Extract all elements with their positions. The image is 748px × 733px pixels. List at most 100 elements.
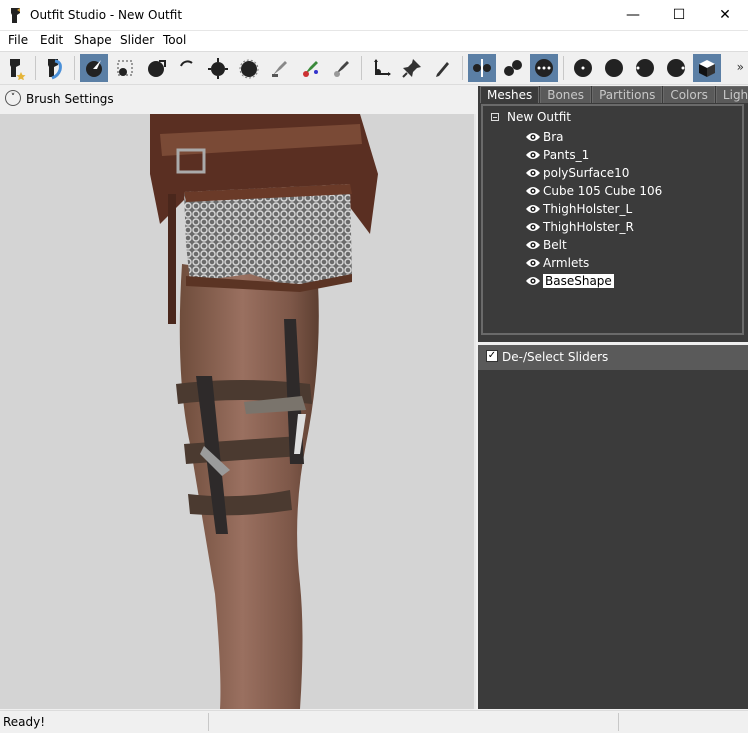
app-icon [11, 8, 20, 23]
mask-brush-button[interactable] [111, 54, 139, 82]
view-left-icon [636, 59, 654, 77]
inflate-brush-icon [148, 60, 166, 77]
maximize-button[interactable]: ☐ [656, 0, 702, 30]
visibility-eye-icon[interactable] [525, 276, 541, 286]
visibility-eye-icon[interactable] [525, 186, 541, 196]
mirror-x-button[interactable] [468, 54, 496, 82]
transform-tool-button[interactable] [41, 54, 69, 82]
color-brush-button[interactable] [297, 54, 325, 82]
status-message: Ready! [3, 715, 46, 729]
chevron-down-icon: ˅ [5, 90, 21, 106]
tree-root[interactable]: New Outfit [491, 110, 571, 124]
tab-bones[interactable]: Bones [540, 86, 592, 103]
mesh-item[interactable]: Bra [525, 128, 564, 146]
mesh-item[interactable]: Armlets [525, 254, 589, 272]
edit-pen-icon [436, 62, 449, 77]
view-left-button[interactable] [631, 54, 659, 82]
smooth-brush-button[interactable] [235, 54, 263, 82]
view-front-button[interactable] [569, 54, 597, 82]
transform-gizmo-button[interactable] [367, 54, 395, 82]
tab-lights[interactable]: Lights [715, 86, 748, 103]
mask-brush-icon [117, 60, 133, 76]
perspective-cube-icon [699, 60, 715, 77]
mesh-item-label: BaseShape [543, 274, 614, 288]
perspective-cube-button[interactable] [693, 54, 721, 82]
connected-only-icon [504, 60, 522, 76]
panel-tabs: Meshes Bones Partitions Colors Lights [480, 86, 748, 104]
view-back-button[interactable] [600, 54, 628, 82]
visibility-eye-icon[interactable] [525, 204, 541, 214]
move-brush-button[interactable] [204, 54, 232, 82]
mesh-tree[interactable]: New Outfit Bra Pants_1 polySurface10 Cube 1… [481, 104, 744, 335]
visibility-eye-icon[interactable] [525, 258, 541, 268]
brush-settings-label: Brush Settings [26, 92, 114, 106]
minimize-button[interactable]: — [610, 0, 656, 30]
mesh-item-label: Cube 105 Cube 106 [543, 184, 663, 198]
weight-brush-button[interactable] [266, 54, 294, 82]
edit-pen-button[interactable] [429, 54, 457, 82]
mesh-item[interactable]: Belt [525, 236, 567, 254]
view-right-button[interactable] [662, 54, 690, 82]
right-panel: Meshes Bones Partitions Colors Lights Ne… [478, 86, 748, 709]
global-brush-icon [535, 59, 553, 77]
standard-brush-button[interactable] [80, 54, 108, 82]
title-bar: Outfit Studio - New Outfit — ☐ ✕ [0, 0, 748, 31]
transform-tool-icon [48, 59, 62, 80]
visibility-eye-icon[interactable] [525, 222, 541, 232]
deflate-brush-icon [179, 60, 195, 77]
tree-root-label: New Outfit [507, 110, 572, 124]
mesh-item-label: Belt [543, 238, 567, 252]
minimize-icon: — [626, 7, 640, 23]
model-render [150, 114, 378, 709]
view-right-icon [667, 59, 685, 77]
toolbar-overflow-button[interactable]: » [737, 60, 744, 74]
brush-settings-header[interactable]: ˅ Brush Settings [0, 86, 476, 112]
visibility-eye-icon[interactable] [525, 132, 541, 142]
inflate-brush-button[interactable] [142, 54, 170, 82]
tab-partitions[interactable]: Partitions [592, 86, 663, 103]
visibility-eye-icon[interactable] [525, 150, 541, 160]
tab-meshes[interactable]: Meshes [480, 86, 540, 103]
select-tool-button[interactable] [3, 54, 31, 82]
mesh-item[interactable]: Cube 105 Cube 106 [525, 182, 662, 200]
menu-bar: File Edit Shape Slider Tool [0, 31, 748, 51]
tab-colors[interactable]: Colors [663, 86, 715, 103]
mesh-item[interactable]: polySurface10 [525, 164, 629, 182]
visibility-eye-icon[interactable] [525, 240, 541, 250]
visibility-eye-icon[interactable] [525, 168, 541, 178]
mirror-x-icon [473, 59, 491, 77]
pivot-pin-button[interactable] [398, 54, 426, 82]
3d-viewport[interactable] [0, 114, 476, 709]
menu-tool[interactable]: Tool [163, 33, 186, 47]
smooth-brush-icon [239, 59, 259, 79]
close-button[interactable]: ✕ [702, 0, 748, 30]
menu-edit[interactable]: Edit [40, 33, 63, 47]
view-front-icon [574, 59, 592, 77]
menu-file[interactable]: File [8, 33, 28, 47]
connected-only-button[interactable] [499, 54, 527, 82]
mesh-item-label: Pants_1 [543, 148, 590, 162]
mesh-item[interactable]: ThighHolster_R [525, 218, 634, 236]
mesh-item-label: Armlets [543, 256, 590, 270]
alpha-brush-button[interactable] [328, 54, 356, 82]
menu-slider[interactable]: Slider [120, 33, 154, 47]
select-tool-icon [10, 59, 26, 80]
mesh-item[interactable]: BaseShape [525, 272, 614, 290]
global-brush-button[interactable] [530, 54, 558, 82]
sliders-header: ✓ De-/Select Sliders [478, 342, 748, 370]
color-brush-icon [303, 61, 318, 77]
mesh-item-label: ThighHolster_R [543, 220, 634, 234]
pivot-pin-icon [402, 59, 421, 78]
deflate-brush-button[interactable] [173, 54, 201, 82]
select-sliders-label: De-/Select Sliders [502, 350, 609, 364]
alpha-brush-icon [334, 61, 349, 77]
move-brush-icon [208, 58, 228, 79]
close-icon: ✕ [719, 7, 731, 23]
mesh-item[interactable]: Pants_1 [525, 146, 589, 164]
collapse-icon[interactable] [491, 113, 499, 121]
mesh-item-label: Bra [543, 130, 564, 144]
mesh-item[interactable]: ThighHolster_L [525, 200, 632, 218]
menu-shape[interactable]: Shape [74, 33, 112, 47]
mesh-item-label: polySurface10 [543, 166, 630, 180]
select-sliders-checkbox[interactable]: ✓ [486, 350, 498, 362]
